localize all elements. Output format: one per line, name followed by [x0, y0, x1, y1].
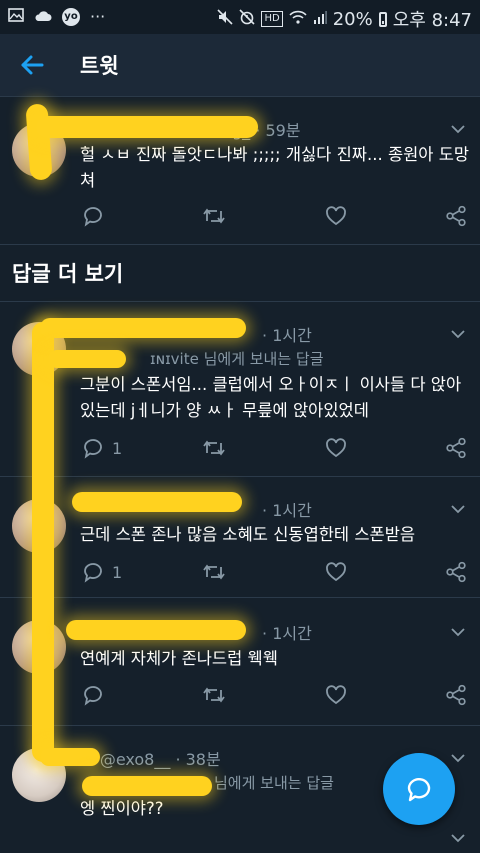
like-icon[interactable]	[325, 204, 347, 228]
tweet-meta: · 1시간	[262, 620, 312, 644]
tweet-text: 연예계 자체가 존나드럽 웩웩	[80, 649, 278, 668]
redaction-mark	[48, 350, 126, 368]
tweet-time: 1시간	[272, 624, 312, 643]
share-icon[interactable]	[445, 436, 467, 460]
reply-icon[interactable]	[82, 683, 104, 707]
status-bar: yo ··· HD 20% 오후 8:47	[0, 0, 480, 34]
image-icon	[8, 7, 24, 27]
tweet-text: 그분이 스폰서임... 클럽에서 오ㅏ이ㅈㅣ 이사들 다 앉아있는데 jㅔ니가 …	[80, 375, 462, 420]
tweet-meta: · 1시간	[262, 497, 312, 521]
tweet-time: 38분	[185, 750, 221, 769]
like-icon[interactable]	[325, 560, 347, 584]
alarm-icon	[239, 8, 256, 30]
reply-to-label: 님에게 보내는 답글	[214, 774, 334, 792]
tweet-actions	[80, 204, 472, 228]
app-header: 트윗	[0, 34, 480, 97]
tweet-text: 헐 ㅅㅂ 진짜 돌앗ㄷ나봐 ;;;;; 개싫다 진짜... 종원아 도망쳐	[80, 145, 470, 190]
meta-separator: ·	[262, 624, 268, 643]
reply-icon	[84, 439, 102, 459]
like-icon[interactable]	[325, 683, 347, 707]
tweet-meta: · 1시간	[262, 322, 312, 346]
redaction-mark	[66, 620, 246, 640]
redaction-mark	[82, 776, 212, 796]
battery-icon	[378, 11, 387, 27]
retweet-icon[interactable]	[202, 560, 226, 584]
compose-reply-button[interactable]	[383, 753, 455, 825]
mute-icon	[217, 8, 234, 30]
yo-icon: yo	[62, 8, 80, 26]
redaction-mark	[32, 322, 54, 762]
share-icon[interactable]	[445, 683, 467, 707]
share-icon[interactable]	[445, 204, 467, 228]
reply-button[interactable]: 1	[82, 436, 122, 460]
reply-to-label: ɪɴɪvite 님에게 보내는 답글	[150, 350, 324, 368]
redaction-mark	[36, 116, 258, 138]
reply-count: 1	[112, 438, 123, 458]
chevron-down-icon[interactable]	[450, 121, 466, 137]
tweet-actions: 1	[80, 436, 472, 460]
more-icon: ···	[90, 7, 106, 26]
hd-icon: HD	[261, 11, 283, 27]
tweet-actions: 1	[80, 560, 472, 584]
tweet-text: 근데 스폰 존나 많음 소혜도 신동엽한테 스폰받음	[80, 525, 416, 544]
reply-icon[interactable]	[82, 204, 104, 228]
redaction-mark	[40, 748, 100, 766]
compose-reply-icon	[407, 778, 431, 802]
meta-separator: ·	[262, 501, 268, 520]
share-icon[interactable]	[445, 560, 467, 584]
more-replies-heading: 답글 더 보기	[12, 262, 124, 286]
meta-separator: ·	[262, 326, 268, 345]
reply-button[interactable]: 1	[82, 560, 122, 584]
chevron-down-icon[interactable]	[450, 750, 466, 766]
like-icon[interactable]	[325, 436, 347, 460]
signal-icon	[313, 9, 327, 29]
retweet-icon[interactable]	[202, 683, 226, 707]
back-arrow-icon[interactable]	[18, 50, 48, 80]
tweet-meta: 쪼 @exo8__ · 38분	[80, 746, 221, 770]
chevron-down-icon[interactable]	[450, 326, 466, 342]
reply-tweet[interactable]: · 1시간 연예계 자체가 존나드럽 웩웩	[0, 598, 480, 725]
battery-percent: 20%	[332, 8, 373, 30]
reply-count: 1	[112, 562, 123, 582]
divider	[0, 244, 480, 245]
tweet-time: 1시간	[272, 326, 312, 345]
handle: @exo8__	[99, 750, 171, 769]
chevron-down-icon[interactable]	[450, 501, 466, 517]
reply-to-handle-fragment: ɪɴɪvite	[150, 350, 199, 368]
redaction-mark	[40, 318, 246, 338]
meta-separator: ·	[175, 750, 181, 769]
tweet-time: 1시간	[272, 501, 312, 520]
retweet-icon[interactable]	[202, 204, 226, 228]
wifi-icon	[289, 9, 307, 29]
redaction-mark	[72, 492, 242, 512]
tweet-actions	[80, 683, 472, 707]
clock: 오후 8:47	[392, 10, 472, 31]
chevron-down-icon[interactable]	[450, 830, 466, 846]
cloud-icon	[34, 7, 52, 27]
page-title: 트윗	[80, 54, 119, 78]
retweet-icon[interactable]	[202, 436, 226, 460]
tweet-time: 59분	[265, 121, 301, 140]
chevron-down-icon[interactable]	[450, 624, 466, 640]
reply-icon	[84, 563, 102, 583]
